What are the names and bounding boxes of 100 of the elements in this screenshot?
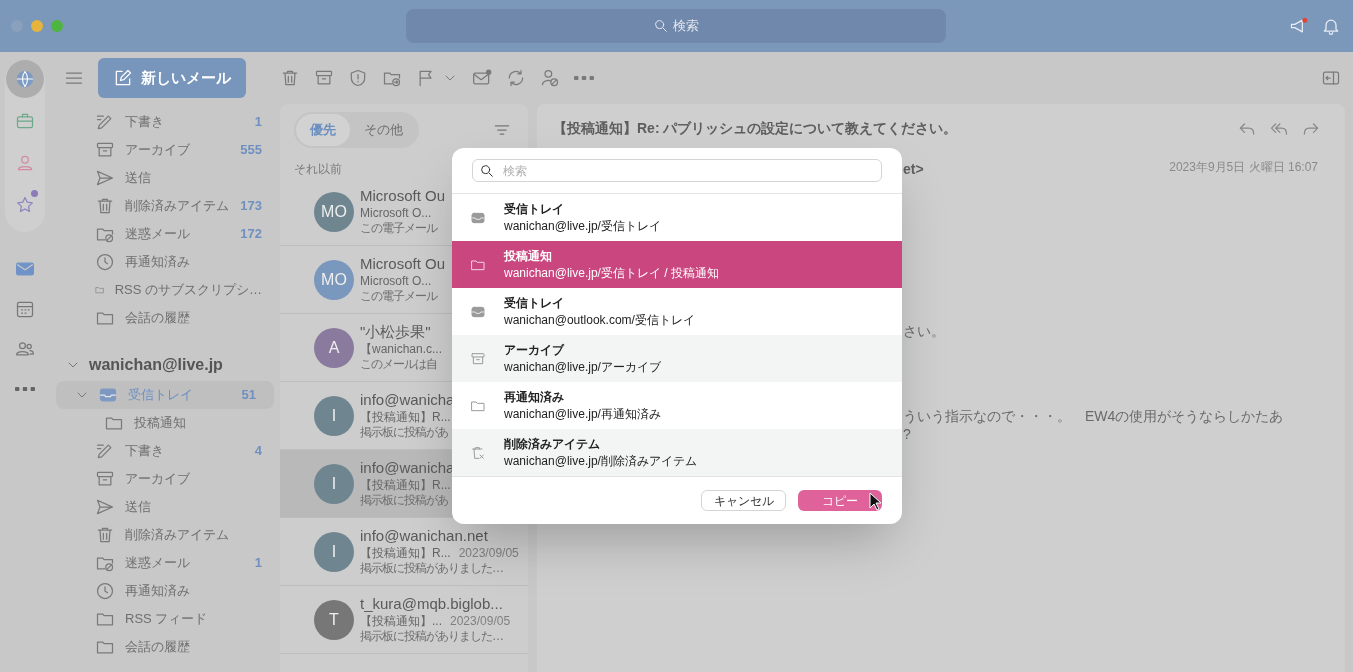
message-subject: 【投稿通知】... xyxy=(360,613,442,629)
folder-label: 迷惑メール xyxy=(125,554,190,573)
tab[interactable]: 優先 xyxy=(296,114,350,146)
message-subject: Microsoft O... xyxy=(360,205,432,221)
folder-label[interactable]: 再通知済み xyxy=(125,252,190,272)
folder-option[interactable]: 投稿通知 wanichan@live.jp/受信トレイ / 投稿通知 xyxy=(452,241,902,288)
folder-row[interactable]: 受信トレイ 51 xyxy=(56,381,274,409)
folder-label: 会話の履歴 xyxy=(125,638,190,657)
folder-row[interactable]: 会話の履歴 xyxy=(50,633,280,661)
folder-row[interactable]: 送信 xyxy=(50,493,280,521)
unread-count: 1 xyxy=(254,113,262,132)
unread-count: 1 xyxy=(254,554,262,573)
clock-icon xyxy=(95,252,115,272)
folder-label[interactable]: アーカイブ xyxy=(125,140,190,160)
globe-icon xyxy=(15,69,35,89)
folder-row[interactable]: 投稿通知 xyxy=(50,409,280,437)
folder-search-field[interactable]: 検索 xyxy=(472,159,882,182)
trash-icon xyxy=(95,196,115,216)
message-subject: 【投稿通知】R... xyxy=(360,477,451,493)
section-header: それ以前 xyxy=(294,162,342,176)
copy-button[interactable]: コピー xyxy=(798,490,882,511)
person-icon xyxy=(15,153,35,173)
folder-label: 再通知済み xyxy=(125,582,190,601)
folder-row[interactable]: RSS フィード xyxy=(50,605,280,633)
unread-count: 51 xyxy=(241,386,256,405)
email-body-text: ういう指示なので・・・。 EW4の使用がそうならしかたあ xyxy=(903,407,1284,426)
send-icon xyxy=(95,497,115,517)
message-subject: 【投稿通知】R... xyxy=(360,409,451,425)
sync-button[interactable] xyxy=(506,68,526,88)
message-date: 2023/09/05 xyxy=(458,545,519,561)
unread-count: 172 xyxy=(240,225,262,244)
folder-row[interactable]: 削除済みアイテム xyxy=(50,521,280,549)
folder-row[interactable]: アーカイブ xyxy=(50,465,280,493)
folder-label: アーカイブ xyxy=(125,470,190,489)
tab[interactable]: その他 xyxy=(350,114,417,146)
globe-rail-button[interactable] xyxy=(6,60,44,98)
folder-label[interactable]: 会話の履歴 xyxy=(125,308,190,328)
sender-name: Microsoft Ou xyxy=(360,187,446,206)
folder-label[interactable]: 迷惑メール xyxy=(125,224,190,244)
search-field[interactable]: 検索 xyxy=(406,9,946,43)
archive-icon xyxy=(470,350,486,367)
refresh-icon xyxy=(506,68,526,88)
message-preview: 掲示板に投稿がありました… xyxy=(360,560,504,576)
folder-row[interactable]: 下書き 4 xyxy=(50,437,280,465)
block-button[interactable] xyxy=(540,68,560,88)
sender-name: t_kura@mqb.biglob... xyxy=(360,595,504,614)
cancel-button[interactable]: キャンセル xyxy=(701,490,786,511)
folder-label: RSS フィード xyxy=(125,610,208,629)
sender-address: et> xyxy=(903,160,924,179)
message-preview: この電子メール xyxy=(360,288,439,304)
unread-count: 555 xyxy=(240,141,262,160)
mouse-cursor xyxy=(869,492,882,511)
shield-icon xyxy=(348,68,368,88)
minimize-button[interactable] xyxy=(31,20,43,32)
sender-name: info@wanicha xyxy=(360,391,455,410)
message-preview: このメールは自 xyxy=(360,356,438,372)
sender-name: info@wanichan.net xyxy=(360,527,489,546)
compose-icon xyxy=(113,68,133,88)
sender-name: "小松歩果" xyxy=(360,323,432,342)
folder-option[interactable]: 受信トレイ wanichan@outlook.com/受信トレイ xyxy=(452,288,902,335)
message-date: 2023/09/05 xyxy=(450,613,511,629)
avatar: MO xyxy=(314,191,354,232)
star-icon xyxy=(15,195,35,215)
trash-icon xyxy=(95,525,115,545)
message-item[interactable]: T t_kura@mqb.biglob... 【投稿通知】... 2023/09/05 掲示板に投稿がありました… xyxy=(280,586,528,654)
message-subject: 【投稿通知】R... xyxy=(360,545,451,561)
avatar: MO xyxy=(314,259,354,300)
message-subject: 【wanichan.c... xyxy=(360,341,443,357)
folder-label[interactable]: 送信 xyxy=(125,168,151,188)
email-date: 2023年9月5日 火曜日 16:07 xyxy=(1169,159,1318,176)
more-icon xyxy=(574,76,594,80)
unread-count: 173 xyxy=(240,197,262,216)
folder-label[interactable]: RSS のサブスクリプシ… xyxy=(114,280,262,300)
folder-label[interactable]: 下書き xyxy=(125,112,164,132)
folder-label: 受信トレイ xyxy=(128,386,193,405)
trash-icon xyxy=(280,68,300,88)
email-body-text: ? xyxy=(903,425,911,444)
folder-option[interactable]: 受信トレイ wanichan@live.jp/受信トレイ xyxy=(452,194,902,241)
folder-row[interactable]: 再通知済み xyxy=(50,577,280,605)
email-body-text: さい。 xyxy=(903,322,945,341)
message-preview: 掲示板に投稿がありました… xyxy=(360,628,504,644)
folder-option[interactable]: アーカイブ wanichan@live.jp/アーカイブ xyxy=(452,335,902,382)
new-mail-button[interactable]: 新しいメール xyxy=(98,58,246,98)
briefcase-icon xyxy=(15,111,35,131)
folder-option[interactable]: 再通知済み wanichan@live.jp/再通知済み xyxy=(452,382,902,429)
search-icon xyxy=(653,18,669,34)
delete-button[interactable] xyxy=(280,68,300,88)
report-button[interactable] xyxy=(348,68,368,88)
message-preview: 掲示板に投稿があ xyxy=(360,424,449,440)
message-preview: この電子メール xyxy=(360,220,439,236)
folder-label[interactable]: 削除済みアイテム xyxy=(125,196,229,216)
account-name[interactable]: wanichan@live.jp xyxy=(89,352,223,377)
sender-name: Microsoft Ou xyxy=(360,255,446,274)
folder-option[interactable]: 削除済みアイテム wanichan@live.jp/削除済みアイテム xyxy=(452,429,902,476)
folder-label: 送信 xyxy=(125,498,151,517)
folder-label: 下書き xyxy=(125,442,164,461)
person-block-icon xyxy=(540,68,560,88)
folder-row[interactable]: 迷惑メール 1 xyxy=(50,549,280,577)
search-icon xyxy=(479,162,495,179)
email-subject: 【投稿通知】Re: パブリッシュの設定について教えてください。 xyxy=(553,119,958,138)
